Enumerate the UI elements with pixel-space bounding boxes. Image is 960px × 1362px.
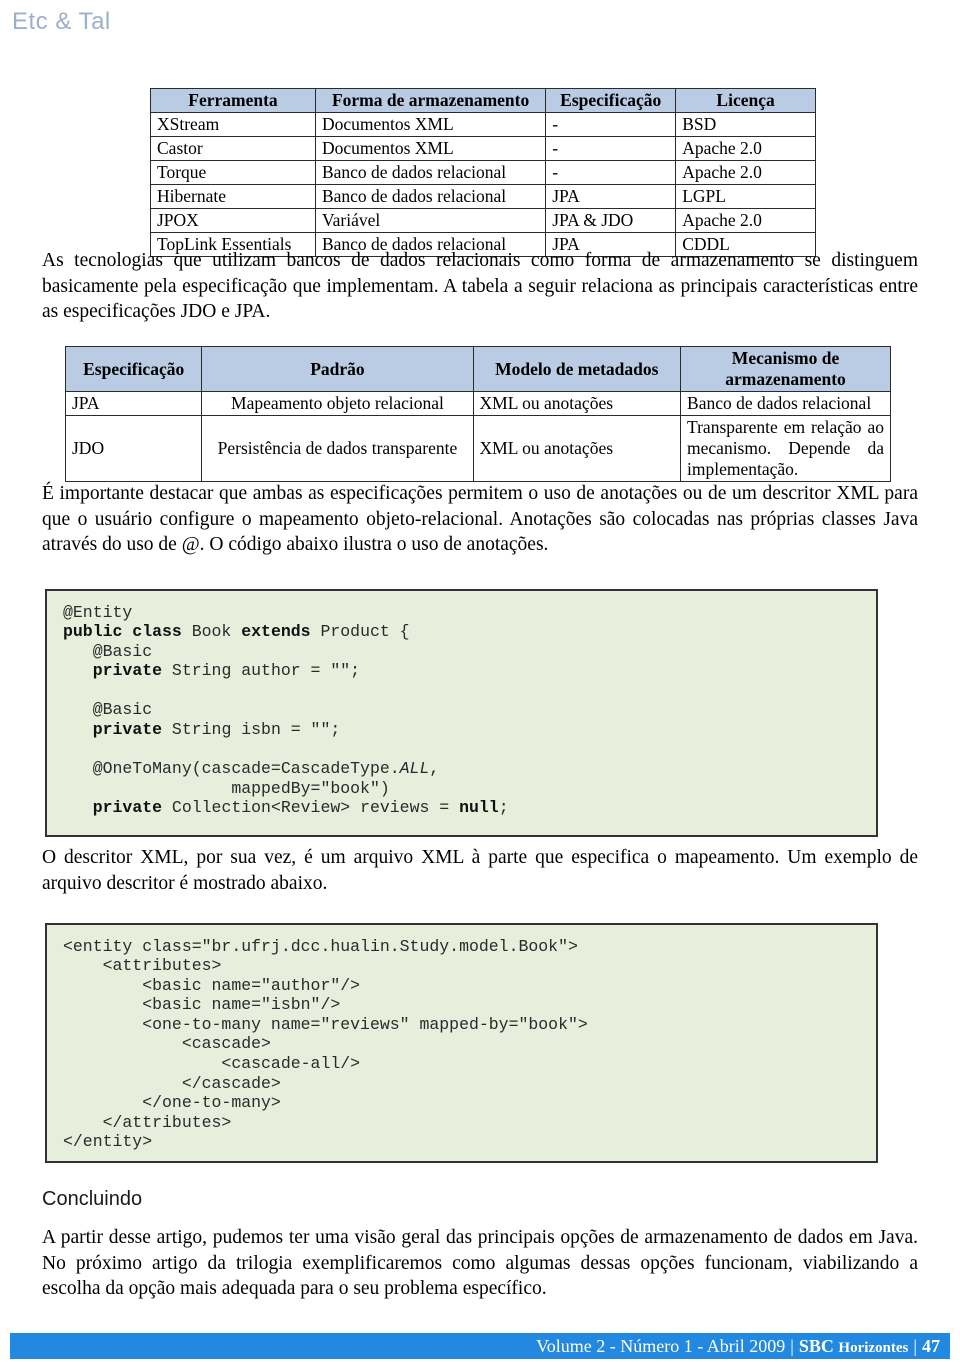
- tools-table-wrapper: Ferramenta Forma de armazenamento Especi…: [150, 88, 816, 257]
- cell-standard: Mapeamento objeto relacional: [201, 391, 474, 416]
- cell-spec-name: JPA: [64, 391, 203, 416]
- footer-page-number: 47: [922, 1335, 940, 1356]
- paragraph-conclusao-wrapper: A partir desse artigo, pudemos ter uma v…: [42, 1225, 918, 1302]
- footer-brand-rest: Horizontes: [838, 1339, 909, 1356]
- column-header-especificacao: Especificação: [545, 88, 677, 113]
- cell-license: LGPL: [675, 184, 816, 209]
- paragraph-conclusao: A partir desse artigo, pudemos ter uma v…: [42, 1227, 918, 1299]
- cell-tool-name: Hibernate: [150, 184, 316, 209]
- cell-storage-mechanism: Banco de dados relacional: [680, 391, 891, 416]
- tools-table: Ferramenta Forma de armazenamento Especi…: [150, 88, 816, 257]
- cell-storage-form: Variável: [314, 208, 547, 233]
- footer-issue-text: Volume 2 - Número 1 - Abril 2009: [536, 1335, 786, 1356]
- cell-storage-form: Banco de dados relacional: [314, 184, 547, 209]
- cell-metadata-model: XML ou anotações: [472, 391, 682, 416]
- cell-metadata-model: XML ou anotações: [472, 415, 682, 482]
- cell-tool-name: Castor: [150, 136, 316, 161]
- cell-storage-form: Documentos XML: [314, 112, 547, 137]
- footer-separator-left: |: [790, 1335, 794, 1356]
- specs-table-wrapper: Especificação Padrão Modelo de metadados…: [64, 346, 891, 482]
- table-row: JPA Mapeamento objeto relacional XML ou …: [64, 391, 891, 416]
- java-code-block: @Entity public class Book extends Produc…: [45, 588, 878, 837]
- cell-standard: Persistência de dados transparente: [201, 415, 474, 482]
- cell-storage-mechanism: Transparente em relação ao mecanismo. De…: [680, 415, 891, 482]
- column-header-padrao: Padrão: [201, 346, 474, 392]
- table-row: Torque Banco de dados relacional - Apach…: [150, 160, 816, 185]
- paragraph-importante: É importante destacar que ambas as espec…: [42, 483, 918, 555]
- table-header-row: Ferramenta Forma de armazenamento Especi…: [150, 88, 816, 113]
- paragraph-descritor-wrapper: O descritor XML, por sua vez, é um arqui…: [42, 845, 918, 896]
- table-row: Hibernate Banco de dados relacional JPA …: [150, 184, 816, 209]
- document-page: Etc & Tal Ferramenta Forma de armazename…: [0, 0, 960, 1362]
- column-header-mecanismo-armazenamento: Mecanismo de armazenamento: [680, 346, 891, 392]
- cell-tool-name: Torque: [150, 160, 316, 185]
- table-row: JDO Persistência de dados transparente X…: [64, 415, 891, 482]
- running-head: Etc & Tal: [12, 8, 111, 35]
- footer-separator-right: |: [913, 1335, 917, 1356]
- cell-spec-name: JDO: [64, 415, 203, 482]
- cell-storage-form: Banco de dados relacional: [314, 160, 547, 185]
- table-row: JPOX Variável JPA & JDO Apache 2.0: [150, 208, 816, 233]
- footer-brand: SBC Horizontes: [799, 1336, 909, 1357]
- cell-license: Apache 2.0: [675, 208, 816, 233]
- cell-tool-name: XStream: [150, 112, 316, 137]
- cell-specification: -: [545, 136, 677, 161]
- section-heading-concluindo: Concluindo: [42, 1188, 143, 1210]
- cell-tool-name: JPOX: [150, 208, 316, 233]
- column-header-modelo-metadados: Modelo de metadados: [472, 346, 682, 392]
- specs-table: Especificação Padrão Modelo de metadados…: [64, 346, 891, 482]
- column-header-ferramenta: Ferramenta: [150, 88, 316, 113]
- table-row: Castor Documentos XML - Apache 2.0: [150, 136, 816, 161]
- cell-storage-form: Documentos XML: [314, 136, 547, 161]
- column-header-especificacao: Especificação: [64, 346, 203, 392]
- table-row: XStream Documentos XML - BSD: [150, 112, 816, 137]
- paragraph-descritor: O descritor XML, por sua vez, é um arqui…: [42, 847, 918, 894]
- cell-specification: JPA & JDO: [545, 208, 677, 233]
- cell-specification: -: [545, 160, 677, 185]
- cell-specification: JPA: [545, 184, 677, 209]
- table-header-row: Especificação Padrão Modelo de metadados…: [64, 346, 891, 392]
- cell-specification: -: [545, 112, 677, 137]
- section-heading-wrapper: Concluindo: [42, 1188, 918, 1211]
- cell-license: BSD: [675, 112, 816, 137]
- column-header-forma-armazenamento: Forma de armazenamento: [314, 88, 547, 113]
- page-footer: Volume 2 - Número 1 - Abril 2009 | SBC H…: [10, 1333, 950, 1359]
- paragraph-importante-wrapper: É importante destacar que ambas as espec…: [42, 481, 918, 558]
- xml-code-block: <entity class="br.ufrj.dcc.hualin.Study.…: [45, 922, 878, 1163]
- column-header-licenca: Licença: [675, 88, 816, 113]
- cell-license: Apache 2.0: [675, 136, 816, 161]
- paragraph-tecnologias-wrapper: As tecnologias que utilizam bancos de da…: [42, 248, 918, 325]
- cell-license: Apache 2.0: [675, 160, 816, 185]
- paragraph-tecnologias: As tecnologias que utilizam bancos de da…: [42, 250, 918, 322]
- footer-brand-first: SBC: [798, 1335, 834, 1356]
